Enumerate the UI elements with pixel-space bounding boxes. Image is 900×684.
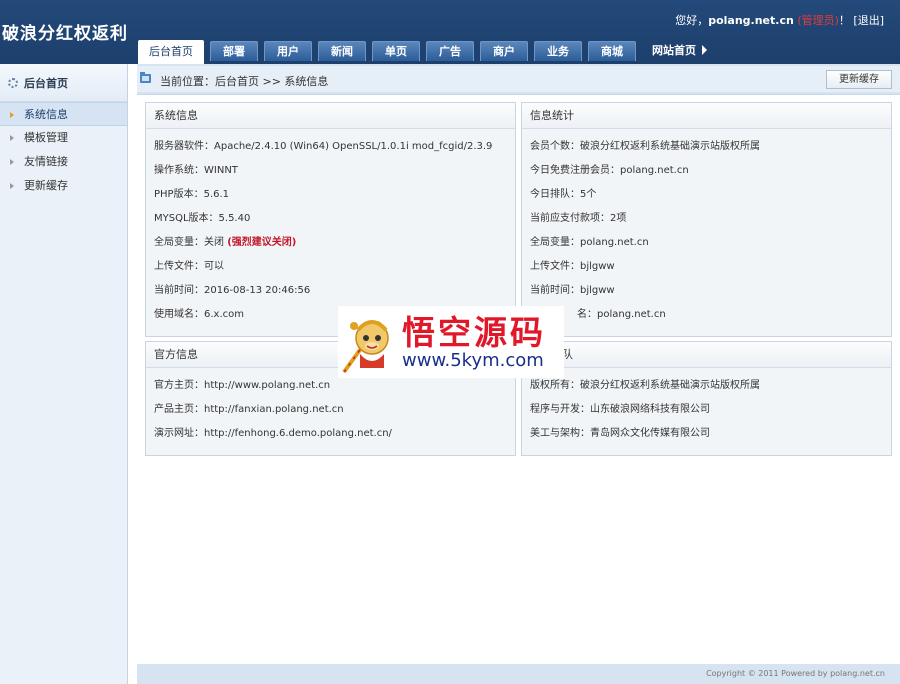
team-row: 版权所有：破浪分红权返利系统基础演示站版权所属 [530, 380, 760, 391]
stats-row: 当前时间：bjlgww [530, 285, 615, 296]
logout-link[interactable]: [退出] [853, 14, 884, 27]
sidebar-title-label: 后台首页 [24, 76, 68, 90]
team-panel: 队 版权所有：破浪分红权返利系统基础演示站版权所属 程序与开发：山东破浪网络科技… [521, 341, 892, 456]
sidebar-item-label: 模板管理 [24, 131, 68, 144]
watermark-url: www.5kym.com [402, 350, 544, 371]
refresh-cache-button[interactable]: 更新缓存 [826, 70, 892, 89]
top-header: 破浪分红权返利 您好，polang.net.cn (管理员)！ [退出] 后台首… [0, 0, 900, 64]
watermark-title: 悟空源码 [402, 313, 546, 352]
info-row: 上传文件：可以 [154, 261, 224, 272]
tab-deploy[interactable]: 部署 [210, 41, 258, 61]
user-bar: 您好，polang.net.cn (管理员)！ [退出] [675, 12, 884, 28]
app-brand: 破浪分红权返利 [2, 24, 128, 44]
stats-row: 今日免费注册会员：polang.net.cn [530, 165, 689, 176]
tab-dashboard[interactable]: 后台首页 [138, 40, 204, 64]
sidebar-item-label: 系统信息 [24, 108, 68, 121]
breadcrumb: 当前位置：后台首页 >> 系统信息 [160, 75, 329, 88]
sidebar-item-label: 更新缓存 [24, 179, 68, 192]
panel-body: 会员个数：破浪分红权返利系统基础演示站版权所属 今日免费注册会员：polang.… [522, 129, 891, 336]
info-row: MYSQL版本：5.5.40 [154, 213, 251, 224]
site-home-label: 网站首页 [652, 44, 696, 57]
panel-body: 官方主页：http://www.polang.net.cn 产品主页：http:… [146, 368, 515, 455]
panel-title: 系统信息 [146, 103, 515, 129]
user-role: (管理员) [797, 14, 839, 27]
team-row: 程序与开发：山东破浪网络科技有限公司 [530, 404, 710, 415]
warning-text: (强烈建议关闭) [227, 237, 297, 248]
tab-pages[interactable]: 单页 [372, 41, 420, 61]
greeting-text: 您好， [675, 14, 709, 27]
panel-title: 队 [522, 342, 891, 368]
tab-ads[interactable]: 广告 [426, 41, 474, 61]
triangle-right-icon [702, 45, 707, 55]
info-row-globals: 全局变量：关闭 (强烈建议关闭) [154, 231, 515, 255]
sidebar-item-cache[interactable]: 更新缓存 [0, 174, 127, 198]
site-home-link[interactable]: 网站首页 [642, 41, 713, 61]
sidebar-item-links[interactable]: 友情链接 [0, 150, 127, 174]
watermark-logo: 悟空源码 www.5kym.com [338, 306, 564, 378]
gear-icon [8, 77, 18, 88]
stats-row: 名：polang.net.cn [577, 309, 666, 320]
monkey-king-icon [342, 320, 389, 374]
stats-row: 上传文件：bjlgww [530, 261, 615, 272]
breadcrumb-bar: 当前位置：后台首页 >> 系统信息 更新缓存 [137, 66, 900, 92]
official-row: 演示网址：http://fenhong.6.demo.polang.net.cn… [154, 428, 392, 439]
folder-icon [140, 72, 151, 83]
official-row: 产品主页：http://fanxian.polang.net.cn [154, 404, 344, 415]
bullet-icon [10, 112, 14, 118]
tab-users[interactable]: 用户 [264, 41, 312, 61]
stats-row: 全局变量：polang.net.cn [530, 237, 649, 248]
team-row: 美工与架构：青岛网众文化传媒有限公司 [530, 428, 710, 439]
stats-panel: 信息统计 会员个数：破浪分红权返利系统基础演示站版权所属 今日免费注册会员：po… [521, 102, 892, 337]
panel-body: 版权所有：破浪分红权返利系统基础演示站版权所属 程序与开发：山东破浪网络科技有限… [522, 368, 891, 455]
tab-business[interactable]: 业务 [534, 41, 582, 61]
stats-row: 今日排队：5个 [530, 189, 597, 200]
content-area: 系统信息 服务器软件：Apache/2.4.10 (Win64) OpenSSL… [137, 94, 900, 664]
info-row: 操作系统：WINNT [154, 165, 238, 176]
sidebar: 后台首页 系统信息 模板管理 友情链接 更新缓存 [0, 64, 128, 684]
info-row: 当前时间：2016-08-13 20:46:56 [154, 285, 311, 296]
site-name: polang.net.cn [708, 14, 794, 27]
info-row: PHP版本：5.6.1 [154, 189, 230, 200]
panel-title: 信息统计 [522, 103, 891, 129]
tab-news[interactable]: 新闻 [318, 41, 366, 61]
info-row-text: 全局变量：关闭 [154, 237, 228, 248]
stats-row: 会员个数：破浪分红权返利系统基础演示站版权所属 [530, 141, 760, 152]
sidebar-title: 后台首页 [0, 64, 127, 102]
copyright-text: Copyright © 2011 Powered by polang.net.c… [706, 669, 885, 678]
exclaim-text: ！ [838, 14, 850, 27]
system-info-panel: 系统信息 服务器软件：Apache/2.4.10 (Win64) OpenSSL… [145, 102, 516, 337]
info-row: 服务器软件：Apache/2.4.10 (Win64) OpenSSL/1.0.… [154, 141, 493, 152]
sidebar-item-system-info[interactable]: 系统信息 [0, 102, 127, 126]
bullet-icon [10, 183, 14, 189]
sidebar-item-templates[interactable]: 模板管理 [0, 126, 127, 150]
tab-merchants[interactable]: 商户 [480, 41, 528, 61]
footer: Copyright © 2011 Powered by polang.net.c… [137, 664, 900, 684]
sidebar-item-label: 友情链接 [24, 155, 68, 168]
panel-body: 服务器软件：Apache/2.4.10 (Win64) OpenSSL/1.0.… [146, 129, 515, 336]
stats-row: 当前应支付款项：2项 [530, 213, 627, 224]
tab-mall[interactable]: 商城 [588, 41, 636, 61]
main-nav: 后台首页 部署 用户 新闻 单页 广告 商户 业务 商城 网站首页 [138, 40, 719, 64]
bullet-icon [10, 135, 14, 141]
bullet-icon [10, 159, 14, 165]
